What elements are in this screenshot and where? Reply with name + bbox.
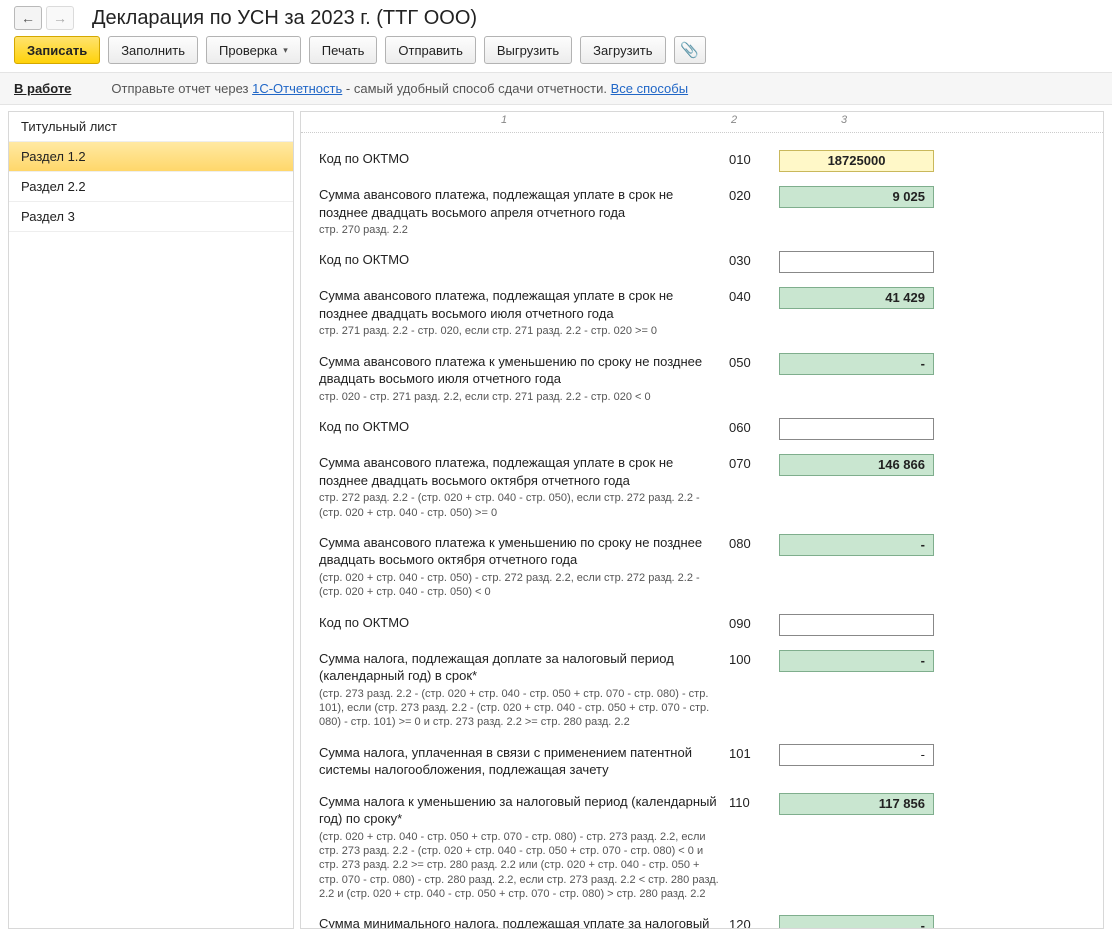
row-sublabel: стр. 272 разд. 2.2 - (стр. 020 + стр. 04… [319, 491, 719, 520]
row-code: 120 [729, 915, 779, 929]
status-link-all[interactable]: Все способы [611, 81, 688, 96]
row-value-field[interactable] [779, 251, 934, 273]
row-code: 060 [729, 418, 779, 435]
row-code: 101 [729, 744, 779, 761]
form-row: Сумма налога, уплаченная в связи с приме… [319, 737, 1085, 786]
form-row: Сумма авансового платежа, подлежащая упл… [319, 179, 1085, 244]
form-row: Сумма авансового платежа, подлежащая упл… [319, 447, 1085, 527]
print-button[interactable]: Печать [309, 36, 378, 64]
row-code: 100 [729, 650, 779, 667]
ruler-col-2: 2 [731, 114, 737, 126]
row-code: 070 [729, 454, 779, 471]
row-label: Код по ОКТМО [319, 151, 409, 166]
row-value-field[interactable] [779, 418, 934, 440]
download-button[interactable]: Загрузить [580, 36, 665, 64]
form-row: Код по ОКТМО 01018725000 [319, 143, 1085, 179]
row-value-field[interactable]: - [779, 744, 934, 766]
nav-back-button[interactable]: ← [14, 6, 42, 30]
sidebar-item-section-1-2[interactable]: Раздел 1.2 [9, 142, 293, 172]
row-value-field[interactable]: - [779, 915, 934, 929]
row-label: Сумма минимального налога, подлежащая уп… [319, 916, 709, 929]
form-row: Сумма авансового платежа к уменьшению по… [319, 527, 1085, 607]
send-button[interactable]: Отправить [385, 36, 475, 64]
status-msg-post: - самый удобный способ сдачи отчетности. [346, 81, 611, 96]
row-value-field[interactable]: 9 025 [779, 186, 934, 208]
status-bar: В работе Отправьте отчет через 1С-Отчетн… [0, 72, 1112, 105]
row-sublabel: стр. 270 разд. 2.2 [319, 223, 719, 237]
row-value-field[interactable]: 146 866 [779, 454, 934, 476]
row-value-field[interactable]: - [779, 534, 934, 556]
check-button-label: Проверка [219, 43, 277, 58]
row-code: 040 [729, 287, 779, 304]
upload-button[interactable]: Выгрузить [484, 36, 572, 64]
ruler-col-1: 1 [501, 114, 507, 126]
form-row: Код по ОКТМО 090 [319, 607, 1085, 643]
row-code: 080 [729, 534, 779, 551]
form-content: 1 2 3 Код по ОКТМО 01018725000 Сумма аванс… [300, 111, 1104, 929]
row-value-field[interactable]: 18725000 [779, 150, 934, 172]
nav-forward-button[interactable]: → [46, 6, 74, 30]
paperclip-icon: 📎 [680, 41, 699, 59]
form-row: Сумма налога, подлежащая доплате за нало… [319, 643, 1085, 737]
row-value-field[interactable]: - [779, 650, 934, 672]
row-code: 010 [729, 150, 779, 167]
row-sublabel: стр. 271 разд. 2.2 - стр. 020, если стр.… [319, 324, 719, 338]
row-value-field[interactable]: 41 429 [779, 287, 934, 309]
page-title: Декларация по УСН за 2023 г. (ТТГ ООО) [92, 7, 477, 30]
sections-sidebar: Титульный лист Раздел 1.2 Раздел 2.2 Раз… [8, 111, 294, 929]
row-code: 090 [729, 614, 779, 631]
row-label: Код по ОКТМО [319, 615, 409, 630]
form-row: Сумма авансового платежа, подлежащая упл… [319, 280, 1085, 345]
row-label: Сумма налога к уменьшению за налоговый п… [319, 794, 717, 827]
ruler-col-3: 3 [841, 114, 847, 126]
row-label: Сумма налога, уплаченная в связи с приме… [319, 745, 692, 778]
form-row: Код по ОКТМО 030 [319, 244, 1085, 280]
row-value-field[interactable]: - [779, 353, 934, 375]
row-label: Сумма авансового платежа, подлежащая упл… [319, 187, 673, 220]
row-sublabel: (стр. 020 + стр. 040 - стр. 050) - стр. … [319, 571, 719, 600]
form-row: Сумма минимального налога, подлежащая уп… [319, 908, 1085, 929]
fill-button[interactable]: Заполнить [108, 36, 198, 64]
sidebar-item-section-3[interactable]: Раздел 3 [9, 202, 293, 232]
row-label: Сумма авансового платежа, подлежащая упл… [319, 288, 673, 321]
row-code: 030 [729, 251, 779, 268]
row-code: 050 [729, 353, 779, 370]
row-value-field[interactable] [779, 614, 934, 636]
form-row: Сумма авансового платежа к уменьшению по… [319, 346, 1085, 411]
save-button[interactable]: Записать [14, 36, 100, 64]
sidebar-item-section-2-2[interactable]: Раздел 2.2 [9, 172, 293, 202]
row-sublabel: (стр. 273 разд. 2.2 - (стр. 020 + стр. 0… [319, 687, 719, 730]
row-sublabel: (стр. 020 + стр. 040 - стр. 050 + стр. 0… [319, 830, 719, 901]
row-label: Сумма авансового платежа к уменьшению по… [319, 354, 702, 387]
status-state[interactable]: В работе [14, 81, 71, 96]
form-row: Код по ОКТМО 060 [319, 411, 1085, 447]
status-link-1c[interactable]: 1С-Отчетность [252, 81, 342, 96]
form-row: Сумма налога к уменьшению за налоговый п… [319, 786, 1085, 909]
chevron-down-icon: ▾ [283, 45, 288, 56]
row-sublabel: стр. 020 - стр. 271 разд. 2.2, если стр.… [319, 390, 719, 404]
check-button[interactable]: Проверка ▾ [206, 36, 301, 64]
row-label: Сумма налога, подлежащая доплате за нало… [319, 651, 674, 684]
row-code: 020 [729, 186, 779, 203]
sidebar-item-title-page[interactable]: Титульный лист [9, 112, 293, 142]
attach-button[interactable]: 📎 [674, 36, 706, 64]
row-label: Код по ОКТМО [319, 419, 409, 434]
column-ruler: 1 2 3 [301, 112, 1103, 133]
status-msg-pre: Отправьте отчет через [111, 81, 252, 96]
row-value-field[interactable]: 117 856 [779, 793, 934, 815]
row-code: 110 [729, 793, 779, 810]
row-label: Сумма авансового платежа к уменьшению по… [319, 535, 702, 568]
row-label: Код по ОКТМО [319, 252, 409, 267]
row-label: Сумма авансового платежа, подлежащая упл… [319, 455, 673, 488]
